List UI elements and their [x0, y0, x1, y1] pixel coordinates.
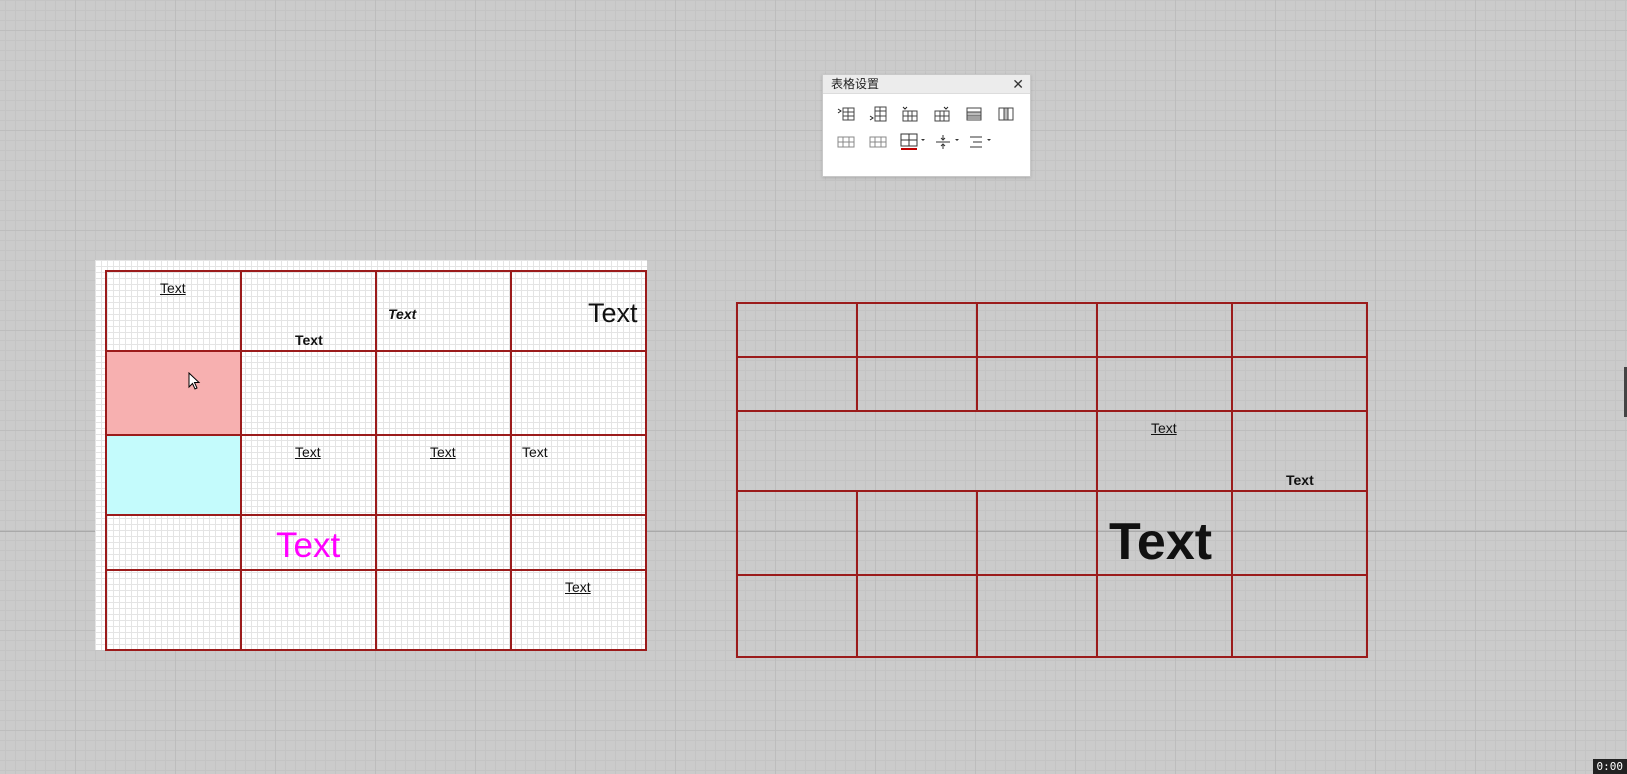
- table-cell[interactable]: [240, 569, 377, 651]
- table-cell[interactable]: [976, 490, 1098, 576]
- cell-text: Text: [1151, 420, 1177, 436]
- table-cell[interactable]: [856, 302, 978, 358]
- table-cell[interactable]: [1096, 356, 1233, 412]
- table-cell[interactable]: [375, 569, 512, 651]
- table-cell[interactable]: Text: [240, 270, 377, 352]
- table-cell[interactable]: [736, 302, 858, 358]
- cell-text: Text: [276, 526, 341, 565]
- close-icon[interactable]: ✕: [1012, 75, 1024, 93]
- table-cell[interactable]: [976, 574, 1098, 658]
- table-cell[interactable]: [856, 574, 978, 658]
- table-cell[interactable]: [736, 490, 858, 576]
- table-cell[interactable]: Text: [510, 270, 647, 352]
- cell-text: Text: [430, 444, 456, 460]
- table-cell[interactable]: Text: [1096, 490, 1233, 576]
- table-cell[interactable]: Text: [1096, 410, 1233, 492]
- table-cell[interactable]: Text: [510, 434, 647, 516]
- merged-cell[interactable]: [736, 410, 1098, 492]
- delete-column-icon[interactable]: [995, 104, 1017, 124]
- toolbar-row-2: [823, 132, 1030, 152]
- table-cell[interactable]: [976, 356, 1098, 412]
- cell-text: Text: [388, 306, 417, 322]
- table-cell[interactable]: [105, 514, 242, 571]
- table-cell[interactable]: [375, 514, 512, 571]
- cell-text: Text: [565, 579, 591, 595]
- split-cells-icon[interactable]: [867, 132, 889, 152]
- table-cell[interactable]: Text: [510, 569, 647, 651]
- cell-text: Text: [160, 280, 186, 296]
- table-cell[interactable]: [510, 514, 647, 571]
- table-cell[interactable]: [105, 569, 242, 651]
- cell-text: Text: [588, 298, 638, 328]
- cell-text: Text: [295, 444, 321, 460]
- table-cell[interactable]: Text: [1231, 410, 1368, 492]
- table-cell[interactable]: [1231, 302, 1368, 358]
- delete-row-icon[interactable]: [963, 104, 985, 124]
- cell-text: Text: [522, 444, 548, 460]
- table-cell[interactable]: Text: [105, 270, 242, 352]
- table-cell[interactable]: Text: [240, 434, 377, 516]
- table-cell[interactable]: [1096, 302, 1233, 358]
- table-cell[interactable]: [976, 302, 1098, 358]
- cell-text: Text: [295, 332, 323, 348]
- table-cell[interactable]: [240, 350, 377, 436]
- table-cell[interactable]: [510, 350, 647, 436]
- insert-column-right-icon[interactable]: [931, 104, 953, 124]
- cell-text: Text: [1286, 472, 1314, 488]
- table-cell[interactable]: [375, 350, 512, 436]
- insert-row-below-icon[interactable]: [867, 104, 889, 124]
- table-cell[interactable]: [1231, 574, 1368, 658]
- border-style-icon[interactable]: [899, 132, 929, 152]
- merge-cells-icon[interactable]: [835, 132, 857, 152]
- mouse-cursor-icon: [188, 372, 201, 390]
- table-settings-panel[interactable]: 表格设置 ✕: [822, 74, 1031, 177]
- table-cell[interactable]: [736, 356, 858, 412]
- table-cell[interactable]: [736, 574, 858, 658]
- insert-row-above-icon[interactable]: [899, 104, 921, 124]
- left-table[interactable]: Text Text Text Text Text Text Text Text: [105, 270, 647, 651]
- insert-column-left-icon[interactable]: [835, 104, 857, 124]
- highlighted-cell[interactable]: [105, 434, 242, 516]
- selected-cell[interactable]: [105, 350, 242, 436]
- vertical-align-icon[interactable]: [933, 132, 963, 152]
- panel-titlebar[interactable]: 表格设置 ✕: [823, 75, 1030, 94]
- right-table[interactable]: Text Text Text: [736, 302, 1368, 658]
- horizontal-align-icon[interactable]: [967, 132, 997, 152]
- status-time: 0:00: [1592, 759, 1627, 774]
- table-cell[interactable]: [1231, 490, 1368, 576]
- table-cell[interactable]: [856, 356, 978, 412]
- table-cell[interactable]: [1096, 574, 1233, 658]
- table-cell[interactable]: [856, 490, 978, 576]
- table-cell[interactable]: Text: [240, 514, 377, 571]
- toolbar-row-1: [823, 104, 1030, 124]
- table-cell[interactable]: [1231, 356, 1368, 412]
- panel-title: 表格设置: [831, 77, 880, 91]
- table-cell[interactable]: Text: [375, 434, 512, 516]
- table-cell[interactable]: Text: [375, 270, 512, 352]
- cell-text: Text: [1109, 513, 1213, 571]
